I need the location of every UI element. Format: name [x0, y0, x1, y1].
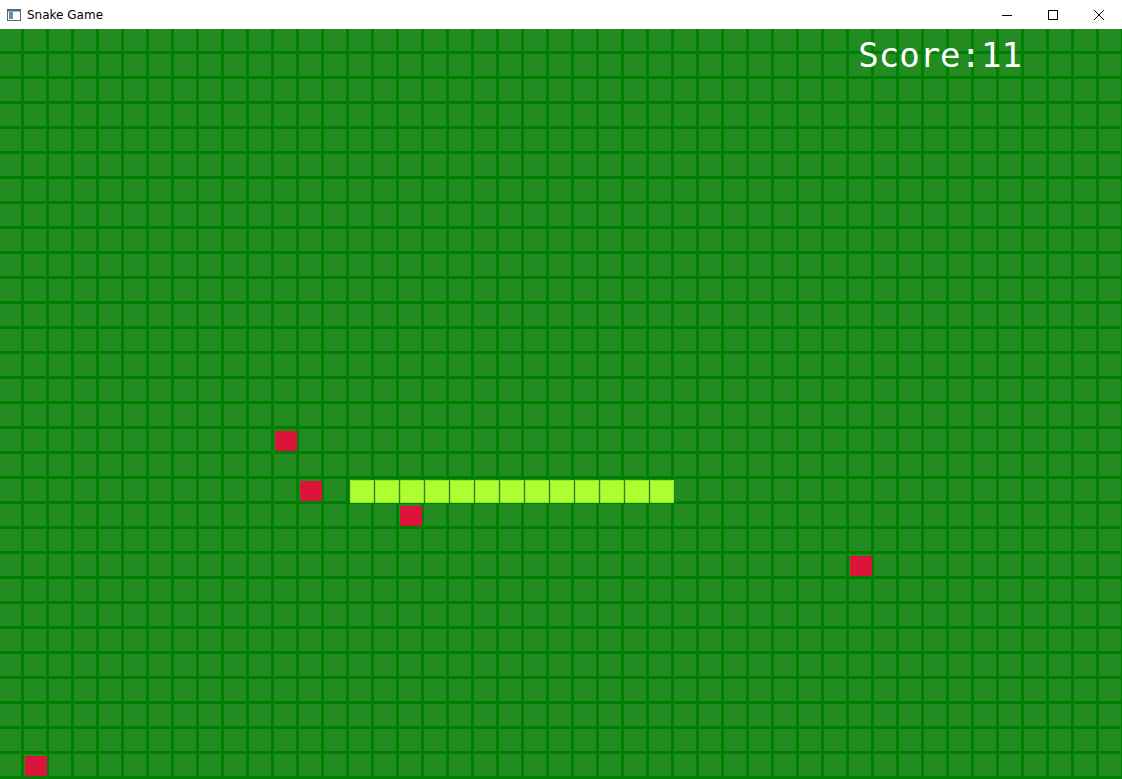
snake-segment: [550, 480, 574, 503]
close-icon: [1094, 10, 1104, 20]
minimize-icon: [1002, 10, 1012, 20]
snake-segment: [400, 480, 424, 503]
food: [850, 556, 872, 576]
snake-segment: [625, 480, 649, 503]
snake-segment: [375, 480, 399, 503]
maximize-icon: [1048, 10, 1058, 20]
snake-segment: [600, 480, 624, 503]
snake-segment: [450, 480, 474, 503]
score: Score:11: [858, 33, 1022, 77]
snake-segment: [650, 480, 674, 503]
snake-segment: [500, 480, 524, 503]
snake-segment: [475, 480, 499, 503]
app-icon: [7, 8, 21, 22]
minimize-button[interactable]: [984, 0, 1030, 29]
title-bar: Snake Game: [0, 0, 1122, 29]
snake-segment: [350, 480, 374, 503]
snake-segment: [525, 480, 549, 503]
snake-segment: [575, 480, 599, 503]
food: [275, 431, 297, 451]
maximize-button[interactable]: [1030, 0, 1076, 29]
close-button[interactable]: [1076, 0, 1122, 29]
score-label: Score:: [858, 35, 981, 75]
window-title: Snake Game: [27, 8, 978, 22]
food: [400, 506, 422, 526]
game-board: Score:11: [0, 29, 1122, 779]
snake-segment: [425, 480, 449, 503]
food: [25, 756, 47, 776]
game-window: Snake Game Score:11: [0, 0, 1122, 779]
score-value: 11: [981, 35, 1022, 75]
food: [300, 481, 322, 501]
